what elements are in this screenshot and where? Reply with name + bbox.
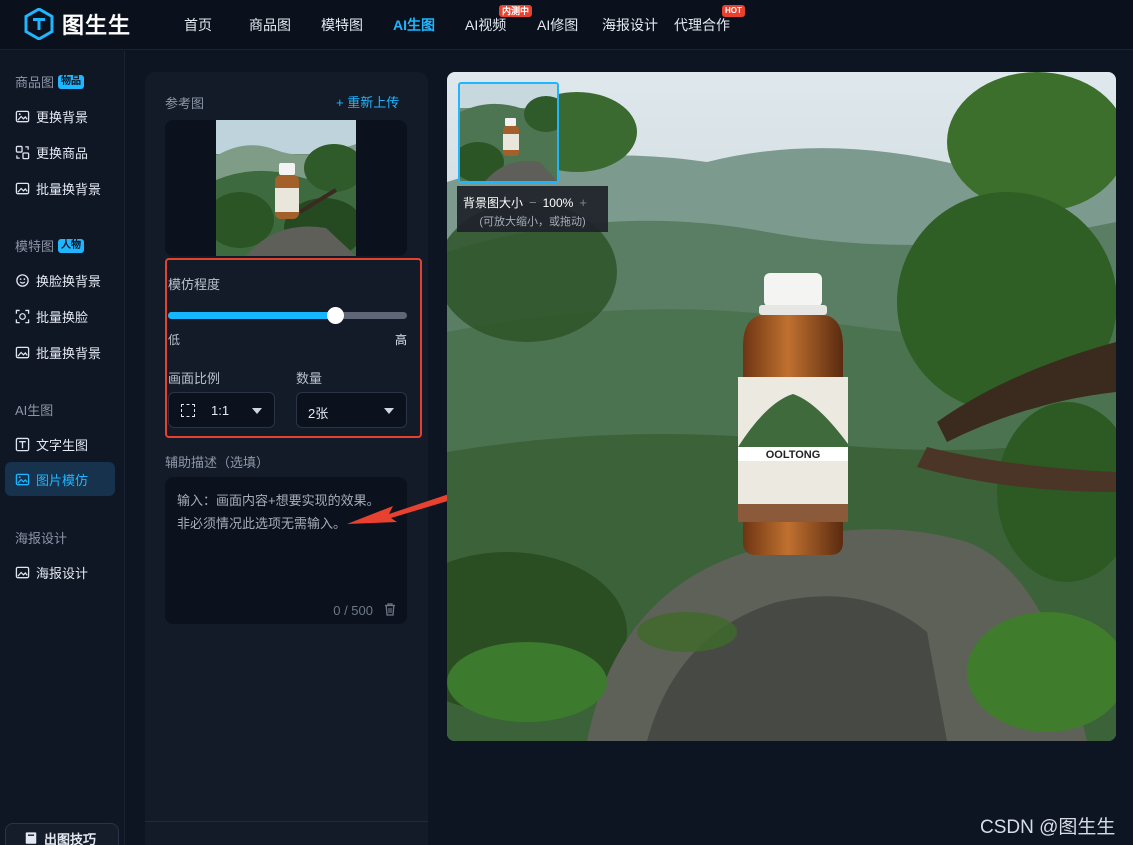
sidebar-item-label: 批量换脸 <box>36 309 89 325</box>
sidebar-item-face-background[interactable]: 换脸换背景 <box>5 263 115 297</box>
tips-button[interactable]: 出图技巧 <box>5 823 119 845</box>
count-value: 2张 <box>308 406 329 421</box>
chevron-down-icon <box>252 408 262 414</box>
sidebar-group-poster: 海报设计 <box>15 528 67 547</box>
sidebar-item-label: 更换背景 <box>36 109 89 125</box>
product-swap-icon <box>15 145 30 159</box>
brand-name: 图生生 <box>62 13 132 38</box>
sidebar-group-model: 模特图 人物 <box>15 236 85 255</box>
imitation-slider[interactable] <box>168 307 407 324</box>
char-counter: 0 / 500 <box>333 603 373 618</box>
zoom-in-button[interactable]: + <box>579 195 587 210</box>
brand-logo[interactable]: 图生生 <box>24 8 131 40</box>
nav-model-image[interactable]: 模特图 <box>321 15 363 35</box>
trash-icon[interactable] <box>383 602 397 616</box>
ratio-value: 1:1 <box>211 403 230 418</box>
sidebar-item-label: 更换商品 <box>36 145 89 161</box>
image-imitate-icon <box>15 473 30 485</box>
sidebar-group-label: 模特图 <box>15 239 55 254</box>
sidebar-group-label: 商品图 <box>15 75 55 90</box>
sidebar-item-batch-background[interactable]: 批量换背景 <box>5 171 115 205</box>
reference-image-box[interactable] <box>165 120 407 256</box>
zoom-control: 背景图大小 − 100% + (可放大缩小，或拖动) <box>457 186 608 232</box>
panel-divider <box>145 821 428 822</box>
count-select[interactable]: 2张 <box>296 392 407 428</box>
poster-icon <box>15 566 30 578</box>
sidebar-item-batch-face[interactable]: 批量换脸 <box>5 299 115 333</box>
hot-badge: HOT <box>722 5 745 17</box>
face-scan-icon <box>15 309 30 323</box>
imitation-label: 模仿程度 <box>168 277 221 292</box>
sidebar-group-label: AI生图 <box>15 403 54 418</box>
face-bg-icon <box>16 273 29 287</box>
sidebar-item-label: 海报设计 <box>36 565 89 581</box>
sidebar-item-poster-design[interactable]: 海报设计 <box>5 555 115 589</box>
image-swap-icon <box>15 110 30 122</box>
ratio-frame-icon <box>181 404 195 417</box>
watermark: CSDN @图生生 <box>980 817 1116 838</box>
description-label: 辅助描述（选填） <box>165 455 270 470</box>
reference-label: 参考图 <box>165 96 205 111</box>
ratio-label: 画面比例 <box>168 371 221 386</box>
sidebar-item-label: 图片模仿 <box>36 472 89 488</box>
sidebar-item-model-batch-background[interactable]: 批量换背景 <box>5 335 115 369</box>
annotation-arrow <box>347 494 451 524</box>
bottle-label: OOLTONG <box>766 449 821 461</box>
nav-poster-design[interactable]: 海报设计 <box>602 15 658 35</box>
nav-ai-video[interactable]: AI视频 <box>465 15 506 35</box>
sidebar-item-change-product[interactable]: 更换商品 <box>5 135 115 169</box>
sidebar-item-label: 批量换背景 <box>36 345 102 361</box>
batch-bg-icon <box>15 182 30 194</box>
nav-product-image[interactable]: 商品图 <box>249 15 291 35</box>
reupload-button[interactable]: + 重新上传 <box>336 92 399 111</box>
zoom-value: 100% <box>542 195 574 210</box>
nav-agency[interactable]: 代理合作 <box>674 15 730 35</box>
sidebar-item-change-background[interactable]: 更换背景 <box>5 99 115 133</box>
nav-ai-retouch[interactable]: AI修图 <box>537 15 578 35</box>
bg-size-label: 背景图大小 <box>463 196 524 210</box>
text-image-icon <box>15 437 30 451</box>
group-tag: 物品 <box>58 74 85 89</box>
sidebar-group-ai-image: AI生图 <box>15 400 53 419</box>
sidebar-item-text-to-image[interactable]: 文字生图 <box>5 427 115 461</box>
slider-min-label: 低 <box>168 333 181 347</box>
nav-ai-image[interactable]: AI生图 <box>393 15 435 35</box>
sidebar-item-label: 换脸换背景 <box>36 273 102 289</box>
ratio-select[interactable]: 1:1 <box>168 392 275 428</box>
nav-home[interactable]: 首页 <box>184 15 212 35</box>
settings-panel: 参考图 + 重新上传 模仿程度 低 高 画面比例 数量 1:1 2张 辅助描述（… <box>145 72 428 845</box>
imitation-slider-fill <box>168 312 336 319</box>
top-navigation-bar: 图生生 首页 商品图 模特图 AI生图 AI视频 内测中 AI修图 海报设计 代… <box>0 0 1133 50</box>
count-label: 数量 <box>296 371 323 386</box>
slider-max-label: 高 <box>395 333 408 347</box>
batch-bg-icon <box>15 346 30 358</box>
tips-label: 出图技巧 <box>44 831 97 845</box>
logo-icon <box>24 8 54 40</box>
sidebar-item-image-imitate[interactable]: 图片模仿 <box>5 462 115 496</box>
book-icon <box>25 832 37 844</box>
zoom-hint: (可放大缩小，或拖动) <box>479 216 586 228</box>
zoom-out-button[interactable]: − <box>529 195 537 210</box>
reference-image <box>216 120 356 256</box>
beta-badge: 内测中 <box>499 5 533 17</box>
generated-preview[interactable]: OOLTONG 背景图大小 − 100% + (可放大缩小，或拖动) <box>447 72 1116 741</box>
sidebar-group-product: 商品图 物品 <box>15 72 85 91</box>
group-tag: 人物 <box>58 238 85 253</box>
chevron-down-icon <box>384 408 394 414</box>
preview-thumbnail[interactable] <box>458 82 559 183</box>
sidebar-item-label: 批量换背景 <box>36 181 102 197</box>
sidebar-group-label: 海报设计 <box>15 531 68 546</box>
sidebar-item-label: 文字生图 <box>36 437 89 453</box>
